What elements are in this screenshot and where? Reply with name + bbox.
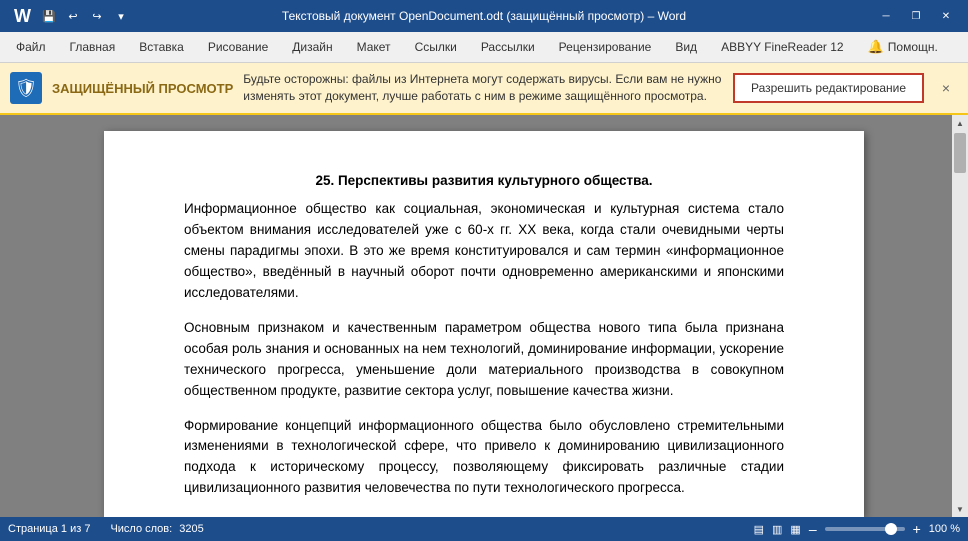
close-protected-bar-button[interactable]: ×	[934, 76, 958, 100]
document-page: 25. Перспективы развития культурного общ…	[104, 131, 864, 517]
zoom-slider[interactable]	[825, 527, 905, 531]
ribbon-tab-bar: Файл Главная Вставка Рисование Дизайн Ма…	[0, 32, 968, 62]
tab-view[interactable]: Вид	[663, 32, 709, 62]
window-controls: ─ ❐ ✕	[872, 6, 960, 26]
word-logo-icon: W	[14, 6, 31, 27]
shield-icon: 🛡	[10, 72, 42, 104]
tab-draw[interactable]: Рисование	[196, 32, 280, 62]
restore-button[interactable]: ❐	[902, 6, 930, 26]
word-count: Число слов: 3205	[110, 523, 203, 535]
doc-paragraph-2: Основным признаком и качественным параме…	[184, 318, 784, 402]
zoom-level: 100 %	[929, 523, 960, 535]
tab-layout[interactable]: Макет	[345, 32, 403, 62]
vertical-scrollbar[interactable]: ▲ ▼	[952, 115, 968, 517]
tab-references[interactable]: Ссылки	[403, 32, 469, 62]
redo-button[interactable]: ↪	[87, 6, 107, 26]
zoom-in-button[interactable]: +	[913, 521, 921, 537]
tab-review[interactable]: Рецензирование	[547, 32, 664, 62]
scroll-up-arrow[interactable]: ▲	[952, 115, 968, 131]
zoom-out-button[interactable]: –	[809, 521, 817, 537]
tab-insert[interactable]: Вставка	[127, 32, 196, 62]
layout-icon-3[interactable]: ▦	[790, 523, 800, 536]
page-info: Страница 1 из 7	[8, 523, 90, 535]
customize-qa-button[interactable]: ▾	[111, 6, 131, 26]
zoom-thumb[interactable]	[885, 523, 897, 535]
tab-abbyy[interactable]: ABBYY FineReader 12	[709, 32, 856, 62]
status-right: ▤ ▥ ▦ – + 100 %	[754, 521, 960, 537]
doc-paragraph-1: Информационное общество как социальная, …	[184, 199, 784, 304]
doc-paragraph-3: Формирование концепций информационного о…	[184, 416, 784, 500]
content-area: 25. Перспективы развития культурного общ…	[0, 115, 968, 517]
tab-mailings[interactable]: Рассылки	[469, 32, 547, 62]
window-title: Текстовый документ OpenDocument.odt (защ…	[282, 9, 686, 23]
status-left: Страница 1 из 7 Число слов: 3205	[8, 523, 204, 535]
help-icon: 🔔	[868, 39, 884, 55]
quick-access-toolbar: W 💾 ↩ ↪ ▾	[8, 6, 137, 27]
protected-view-bar: 🛡 ЗАЩИЩЁННЫЙ ПРОСМОТР Будьте осторожны: …	[0, 63, 968, 115]
tab-home[interactable]: Главная	[58, 32, 128, 62]
protected-message: Будьте осторожны: файлы из Интернета мог…	[243, 71, 723, 105]
status-bar: Страница 1 из 7 Число слов: 3205 ▤ ▥ ▦ –…	[0, 517, 968, 541]
protected-label: ЗАЩИЩЁННЫЙ ПРОСМОТР	[52, 81, 233, 96]
close-button[interactable]: ✕	[932, 6, 960, 26]
tab-design[interactable]: Дизайн	[280, 32, 344, 62]
tab-file[interactable]: Файл	[4, 32, 58, 62]
layout-icon-1[interactable]: ▤	[754, 523, 764, 536]
ribbon: Файл Главная Вставка Рисование Дизайн Ма…	[0, 32, 968, 63]
scroll-down-arrow[interactable]: ▼	[952, 501, 968, 517]
title-bar: W 💾 ↩ ↪ ▾ Текстовый документ OpenDocumen…	[0, 0, 968, 32]
document-heading: 25. Перспективы развития культурного общ…	[184, 171, 784, 191]
save-button[interactable]: 💾	[39, 6, 59, 26]
minimize-button[interactable]: ─	[872, 6, 900, 26]
undo-button[interactable]: ↩	[63, 6, 83, 26]
document-scroll-area: 25. Перспективы развития культурного общ…	[0, 115, 968, 517]
scroll-thumb[interactable]	[954, 133, 966, 173]
allow-editing-button[interactable]: Разрешить редактирование	[733, 73, 924, 103]
layout-icon-2[interactable]: ▥	[772, 523, 782, 536]
tab-help[interactable]: 🔔 Помощн.	[856, 32, 950, 62]
app-window: W 💾 ↩ ↪ ▾ Текстовый документ OpenDocumen…	[0, 0, 968, 541]
